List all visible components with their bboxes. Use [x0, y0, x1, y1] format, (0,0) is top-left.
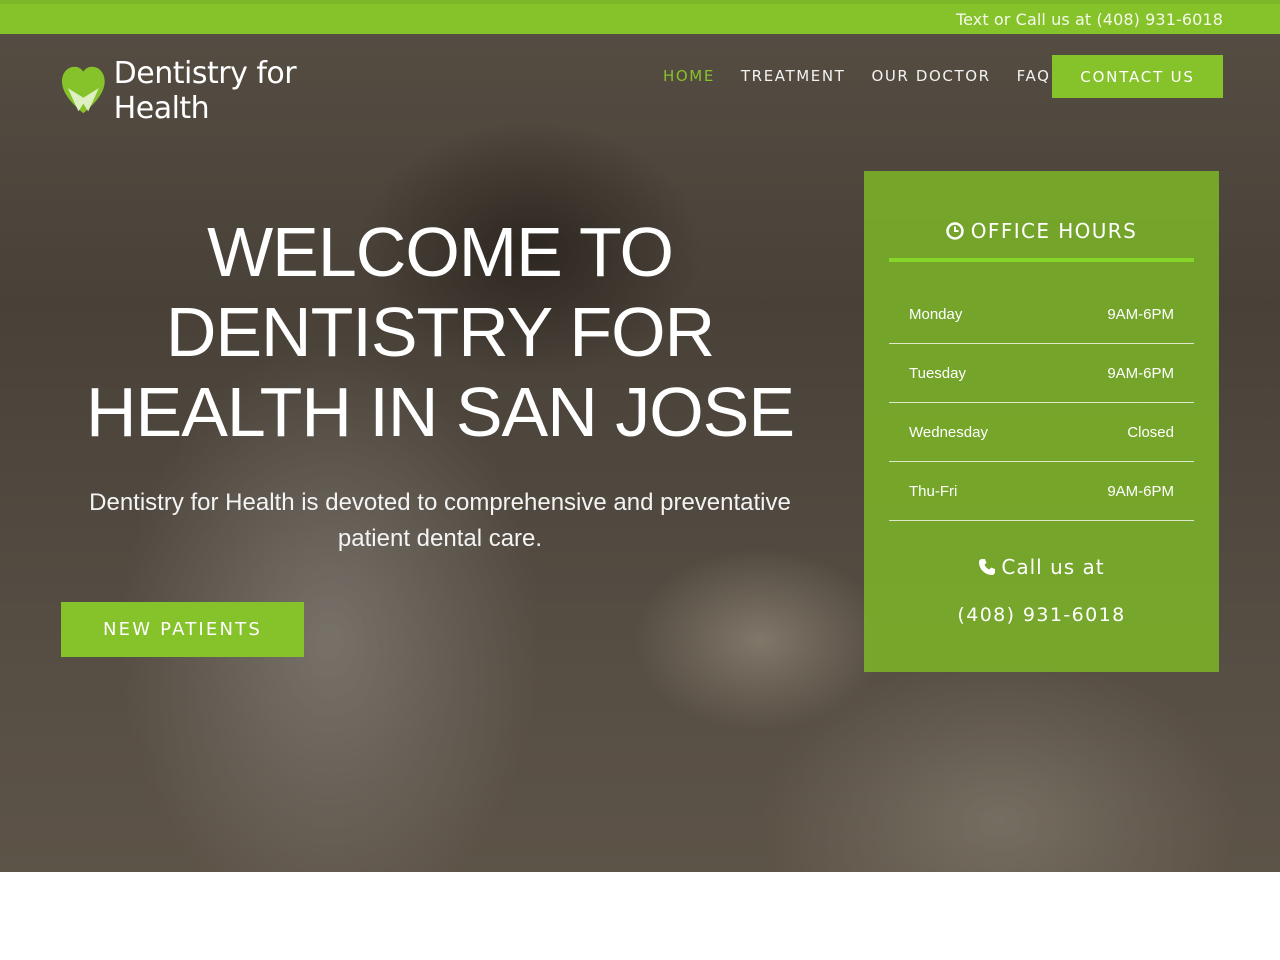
hours-time: 9AM-6PM: [1107, 305, 1174, 323]
hours-day: Monday: [909, 305, 963, 323]
tooth-heart-icon: [62, 66, 105, 114]
headline-line-2: DENTISTRY FOR: [165, 293, 715, 371]
hours-row: Wednesday Closed: [889, 403, 1194, 462]
hours-row: Tuesday 9AM-6PM: [889, 344, 1194, 403]
hero-headline: WELCOME TO DENTISTRY FOR HEALTH IN SAN J…: [70, 212, 810, 452]
hours-day: Wednesday: [909, 423, 988, 441]
hours-day: Tuesday: [909, 364, 966, 382]
hours-time: 9AM-6PM: [1107, 482, 1174, 500]
hours-row: Monday 9AM-6PM: [889, 285, 1194, 344]
topbar-contact-text[interactable]: Text or Call us at (408) 931-6018: [956, 10, 1223, 29]
call-us-text: Call us at: [1001, 555, 1105, 579]
hours-list: Monday 9AM-6PM Tuesday 9AM-6PM Wednesday…: [889, 285, 1194, 521]
nav-item-home[interactable]: HOME: [663, 67, 715, 85]
office-hours-title-text: OFFICE HOURS: [970, 219, 1138, 243]
nav-item-treatment[interactable]: TREATMENT: [741, 67, 846, 85]
phone-icon: [979, 559, 996, 575]
below-hero-area: [0, 872, 1280, 960]
headline-line-1: WELCOME TO: [207, 213, 674, 291]
site-logo[interactable]: Dentistry for Health: [62, 56, 392, 126]
nav-item-faq[interactable]: FAQ: [1017, 67, 1051, 85]
office-phone-number[interactable]: (408) 931-6018: [864, 604, 1219, 626]
brand-name: Dentistry for Health: [113, 56, 297, 126]
clock-icon: [946, 222, 964, 240]
contact-us-button[interactable]: CONTACT US: [1052, 55, 1223, 98]
hours-row: Thu-Fri 9AM-6PM: [889, 462, 1194, 521]
office-hours-panel: OFFICE HOURS Monday 9AM-6PM Tuesday 9AM-…: [864, 171, 1219, 672]
call-us-label: Call us at: [864, 555, 1219, 579]
office-hours-title: OFFICE HOURS: [889, 216, 1194, 262]
nav-item-our-doctor[interactable]: OUR DOCTOR: [871, 67, 990, 85]
hero-subtext: Dentistry for Health is devoted to compr…: [89, 489, 791, 552]
hours-time: 9AM-6PM: [1107, 364, 1174, 382]
hours-time: Closed: [1127, 423, 1174, 441]
main-nav: HOME TREATMENT OUR DOCTOR FAQ: [663, 66, 1077, 86]
hero-section: Text or Call us at (408) 931-6018 Dentis…: [0, 0, 1280, 872]
hours-day: Thu-Fri: [909, 482, 958, 500]
headline-line-3: HEALTH IN SAN JOSE: [85, 373, 795, 451]
new-patients-button[interactable]: NEW PATIENTS: [61, 602, 304, 657]
top-contact-bar: Text or Call us at (408) 931-6018: [0, 0, 1280, 34]
